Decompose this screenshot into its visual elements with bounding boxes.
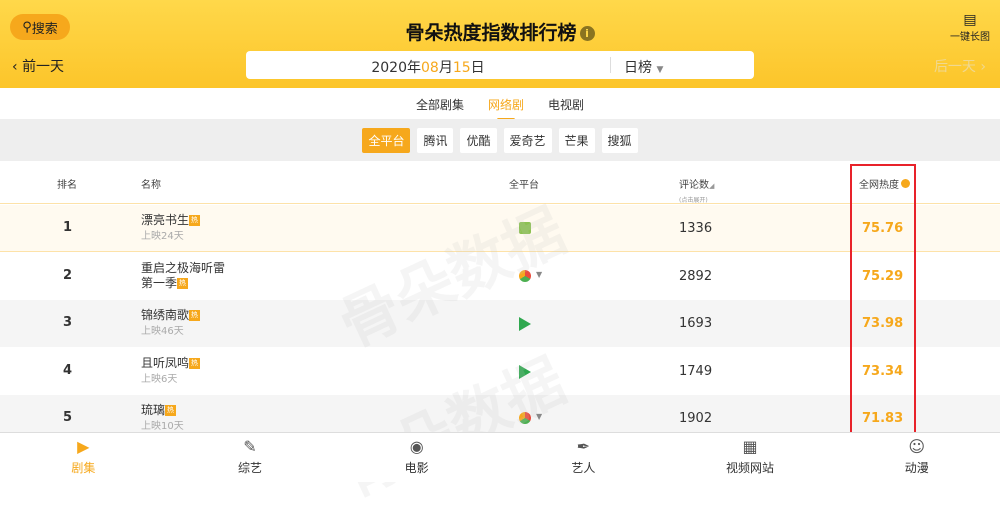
bottom-nav: ▶ 剧集 ✎ 综艺 ◉ 电影 ✒ 艺人 ▦ 视频网站 ☺ 动漫 — [0, 432, 1000, 482]
drama-name[interactable]: 锦绣南歌热上映46天 — [141, 308, 201, 339]
platform-iqiyi[interactable]: 爱奇艺 — [503, 127, 552, 153]
platform-mango[interactable]: 芒果 — [558, 127, 595, 153]
days-aired: 上映46天 — [141, 326, 184, 337]
long-image-button[interactable]: ▤ 一键长图 — [950, 12, 990, 43]
comment-count: 2892 — [679, 268, 713, 284]
days-aired: 上映10天 — [141, 421, 184, 432]
platform-tencent[interactable]: 腾讯 — [417, 127, 454, 153]
sort-icon: ◢ — [709, 182, 715, 190]
nav-movie[interactable]: ◉ 电影 — [333, 433, 500, 482]
info-icon[interactable]: i — [579, 26, 595, 41]
days-aired: 上映6天 — [141, 373, 178, 385]
drama-name[interactable]: 漂亮书生热上映24天 — [141, 213, 201, 244]
prev-day-button[interactable]: ‹ 前一天 — [12, 56, 64, 76]
tencent-video-icon — [519, 364, 531, 379]
header-rank: 排名 — [57, 180, 77, 191]
comment-count: 1693 — [679, 316, 713, 331]
platform-sohu[interactable]: 搜狐 — [601, 127, 638, 153]
tab-web-drama[interactable]: 网络剧 — [488, 96, 524, 121]
tab-tv-drama[interactable]: 电视剧 — [548, 96, 584, 121]
nav-video-sites[interactable]: ▦ 视频网站 — [667, 433, 834, 482]
iqiyi-icon — [519, 222, 531, 234]
nav-drama[interactable]: ▶ 剧集 — [0, 433, 167, 482]
comments-hint[interactable]: (点击展开) — [679, 195, 708, 204]
rank: 4 — [63, 362, 73, 378]
nav-anime[interactable]: ☺ 动漫 — [833, 433, 1000, 482]
tencent-video-icon — [519, 317, 531, 331]
microphone-icon: ✎ — [243, 437, 257, 456]
film-reel-icon: ◉ — [409, 437, 424, 456]
header-name: 名称 — [141, 180, 161, 191]
nav-variety[interactable]: ✎ 综艺 — [167, 433, 334, 482]
hot-badge: 热 — [165, 405, 177, 416]
user-icon: ☺ — [908, 437, 926, 456]
rank: 2 — [63, 267, 73, 283]
header: ⚲ 搜索 骨朵热度指数排行榜 i ▤ 一键长图 ‹ 前一天 后一天 › 2020年08… — [0, 0, 1000, 88]
brush-icon: ✒ — [576, 437, 591, 456]
drama-name[interactable]: 重启之极海听雷 第一季热 — [141, 261, 225, 291]
rank-type-dropdown[interactable]: 日榜 ▼ — [624, 57, 663, 77]
next-day-button[interactable]: 后一天 › — [934, 56, 986, 76]
comment-count: 1336 — [679, 221, 713, 236]
date-display[interactable]: 2020年08月15日 — [246, 57, 610, 77]
tv-icon: ▶ — [77, 437, 90, 456]
tab-all[interactable]: 全部剧集 — [416, 96, 464, 121]
date-selector[interactable]: 2020年08月15日 日榜 ▼ — [246, 51, 754, 79]
platform-youku[interactable]: 优酷 — [460, 127, 497, 153]
document-icon: ▤ — [963, 12, 977, 28]
caret-down-icon[interactable]: ▼ — [536, 270, 542, 279]
caret-down-icon[interactable]: ▼ — [536, 412, 542, 421]
platform-all[interactable]: 全平台 — [362, 127, 411, 153]
category-tabs: 全部剧集 网络剧 电视剧 — [0, 96, 1000, 121]
comment-count: 1902 — [679, 411, 713, 426]
multi-platform-icon[interactable] — [519, 412, 531, 424]
hot-badge: 热 — [177, 277, 189, 289]
divider — [610, 57, 611, 73]
rank: 5 — [63, 410, 73, 425]
caret-down-icon: ▼ — [656, 65, 664, 75]
header-platform: 全平台 — [509, 180, 539, 191]
drama-name[interactable]: 琉璃热上映10天 — [141, 403, 184, 434]
hot-badge: 热 — [189, 310, 201, 321]
rank: 3 — [63, 315, 73, 330]
hot-badge: 热 — [189, 215, 201, 226]
rank: 1 — [63, 220, 73, 235]
header-comments[interactable]: 评论数◢ — [679, 176, 714, 191]
days-aired: 上映24天 — [141, 231, 184, 242]
hot-badge: 热 — [189, 357, 201, 369]
page-title: 骨朵热度指数排行榜 i — [0, 18, 1000, 45]
multi-platform-icon[interactable] — [519, 269, 531, 282]
nav-artist[interactable]: ✒ 艺人 — [500, 433, 667, 482]
grid-icon: ▦ — [742, 437, 758, 456]
drama-name[interactable]: 且听凤鸣热上映6天 — [141, 356, 201, 387]
comment-count: 1749 — [679, 363, 713, 379]
heat-column-highlight — [850, 164, 916, 435]
platform-filter: 全平台 腾讯 优酷 爱奇艺 芒果 搜狐 — [0, 119, 1000, 161]
